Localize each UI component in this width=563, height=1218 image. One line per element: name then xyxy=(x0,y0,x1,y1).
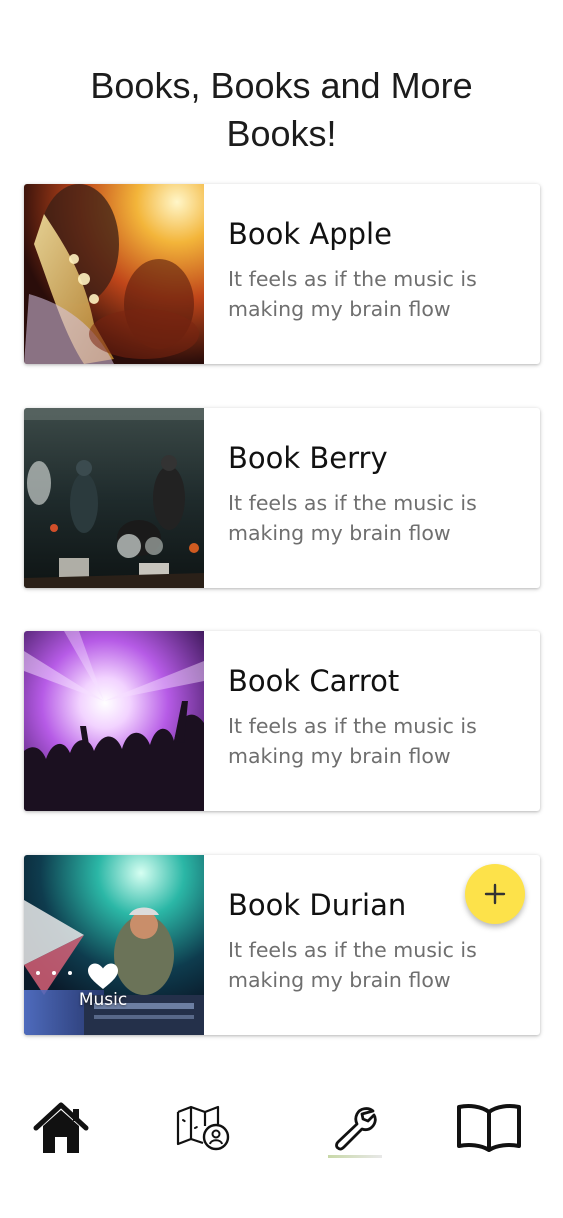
active-tab-indicator xyxy=(328,1155,382,1158)
music-label: Music xyxy=(78,990,128,1010)
band-on-stage-image xyxy=(24,408,204,588)
card-title: Book Apple xyxy=(228,217,392,251)
nav-tools[interactable] xyxy=(324,1095,386,1161)
concert-crowd-image xyxy=(24,631,204,811)
plus-icon xyxy=(484,883,506,905)
open-book-icon xyxy=(457,1104,521,1152)
nav-books[interactable] xyxy=(453,1095,525,1161)
heart-icon xyxy=(88,963,118,989)
book-card-apple[interactable]: Book Apple It feels as if the music is m… xyxy=(24,184,540,364)
wrench-icon xyxy=(335,1107,377,1151)
page-title: Books, Books and More Books! xyxy=(90,65,473,154)
book-card-carrot[interactable]: Book Carrot It feels as if the music is … xyxy=(24,631,540,811)
card-title: Book Berry xyxy=(228,441,388,475)
card-title: Book Carrot xyxy=(228,664,400,698)
card-description: It feels as if the music is making my br… xyxy=(228,714,477,768)
nav-home[interactable] xyxy=(30,1095,92,1161)
saxophone-concert-image xyxy=(24,184,204,364)
card-description: It feels as if the music is making my br… xyxy=(228,491,477,545)
home-icon xyxy=(33,1102,89,1153)
card-description: It feels as if the music is making my br… xyxy=(228,267,477,321)
book-card-berry[interactable]: Book Berry It feels as if the music is m… xyxy=(24,408,540,588)
card-description: It feels as if the music is making my br… xyxy=(228,938,477,992)
map-search-icon xyxy=(176,1105,230,1151)
bottom-navigation xyxy=(0,1095,563,1165)
music-favorite-button[interactable]: Music xyxy=(70,962,136,1010)
nav-map[interactable] xyxy=(172,1095,234,1161)
add-book-button[interactable] xyxy=(465,864,525,924)
